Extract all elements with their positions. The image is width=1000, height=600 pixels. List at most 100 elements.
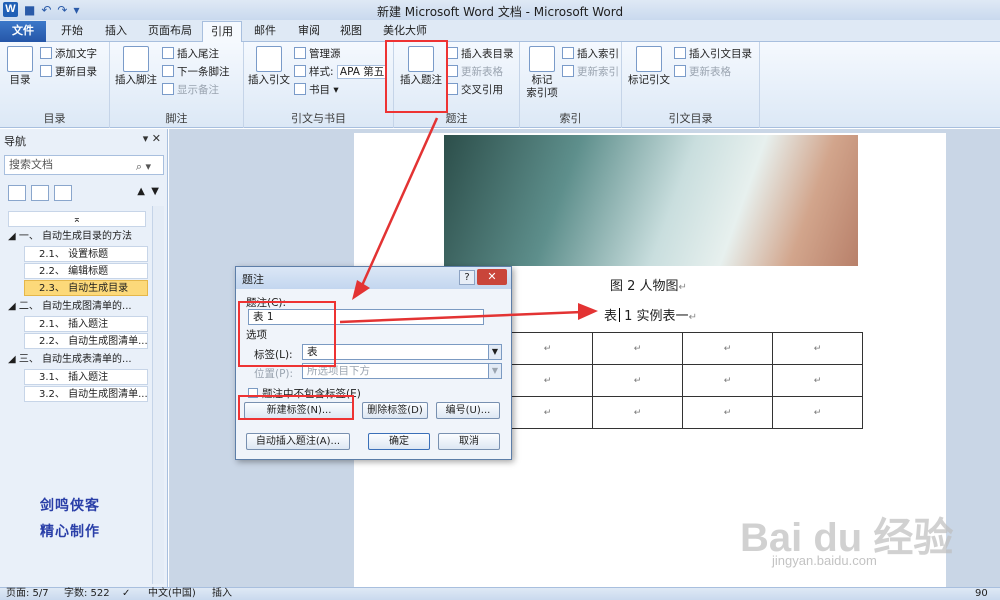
status-language[interactable]: 中文(中国) [148, 588, 196, 600]
mark-citation-icon [636, 46, 662, 72]
insert-caption-highlight [385, 40, 448, 113]
window-title: 新建 Microsoft Word 文档 - Microsoft Word [376, 5, 624, 19]
tab-page-layout[interactable]: 页面布局 [140, 21, 200, 42]
tab-review[interactable]: 审阅 [290, 21, 328, 42]
table-row: ↵ ↵ ↵ ↵ [502, 396, 863, 429]
nav-search-input[interactable]: 搜索文档 ⌕ ▾ [4, 155, 164, 175]
nav-item-5[interactable]: ◢ 二、 自动生成图清单的... [8, 299, 148, 315]
nav-item-3[interactable]: 2.2、 编辑标题 [24, 263, 148, 279]
search-icon[interactable]: ⌕ ▾ [136, 158, 151, 176]
document-table[interactable]: ↵ ↵ ↵ ↵ ↵ ↵ ↵ ↵ ↵ ↵ ↵ ↵ [502, 332, 863, 429]
citation-icon [256, 46, 282, 72]
tab-references[interactable]: 引用 [202, 21, 242, 42]
proofing-icon[interactable]: ✓ [122, 588, 130, 600]
toc-icon [7, 46, 33, 72]
help-button[interactable]: ? [459, 270, 475, 285]
new-label-highlight [238, 395, 354, 420]
nav-item-9[interactable]: 3.1、 插入题注 [24, 369, 148, 385]
results-view-icon[interactable] [54, 185, 72, 201]
mark-citation-button[interactable]: 标记引文 [626, 46, 672, 87]
table-row: ↵ ↵ ↵ ↵ [502, 332, 863, 365]
nav-item-6[interactable]: 2.1、 插入题注 [24, 316, 148, 332]
nav-up-icon[interactable]: ▲ [137, 186, 145, 197]
insert-toa-icon [674, 47, 686, 59]
next-footnote-button[interactable]: 下一条脚注 [162, 64, 230, 80]
style-select[interactable]: 样式: APA 第五 [294, 64, 388, 80]
endnote-icon [162, 47, 174, 59]
numbering-button[interactable]: 编号(U)... [436, 402, 500, 419]
tab-home[interactable]: 开始 [52, 21, 92, 42]
ok-button[interactable]: 确定 [368, 433, 430, 450]
auto-caption-button[interactable]: 自动插入题注(A)... [246, 433, 350, 450]
manage-sources-icon [294, 47, 306, 59]
insert-index-button[interactable]: 插入索引 [562, 46, 619, 62]
update-index-button[interactable]: 更新索引 [562, 64, 619, 80]
insert-index-icon [562, 47, 574, 59]
close-button[interactable]: ✕ [477, 269, 507, 285]
cancel-button[interactable]: 取消 [438, 433, 500, 450]
nav-item-2[interactable]: 2.1、 设置标题 [24, 246, 148, 262]
chevron-down-icon[interactable]: ▼ [488, 364, 501, 378]
figure-image[interactable] [444, 135, 858, 266]
signature-line-1: 剑鸣侠客 [40, 498, 100, 514]
nav-collapse-top-icon[interactable]: ⌅ [8, 211, 146, 227]
insert-table-of-figures-button[interactable]: 插入表目录 [446, 46, 514, 62]
insert-toa-button[interactable]: 插入引文目录 [674, 46, 752, 62]
insert-endnote-button[interactable]: 插入尾注 [162, 46, 219, 62]
tab-file[interactable]: 文件 [0, 21, 46, 42]
update-toc-button[interactable]: 更新目录 [40, 64, 97, 80]
nav-view-buttons [8, 185, 72, 201]
nav-down-icon[interactable]: ▼ [151, 186, 159, 197]
insert-citation-button[interactable]: 插入引文 [246, 46, 292, 87]
toc-button[interactable]: 目录 [4, 46, 36, 87]
dialog-title: 题注 [242, 273, 264, 286]
update-table-button[interactable]: 更新表格 [446, 64, 503, 80]
index-group: 标记 索引项 插入索引 更新索引 索引 [520, 42, 622, 128]
nav-title: 导航 [4, 135, 26, 148]
nav-item-7[interactable]: 2.2、 自动生成图清单... [24, 333, 148, 349]
position-label: 位置(P): [254, 368, 294, 380]
status-zoom[interactable]: 90 [975, 588, 988, 600]
citation-group: 插入引文 管理源 样式: APA 第五 书目 ▾ 引文与书目 [244, 42, 394, 128]
status-page[interactable]: 页面: 5/7 [6, 588, 49, 600]
nav-item-10[interactable]: 3.2、 自动生成图清单... [24, 386, 148, 402]
mark-entry-button[interactable]: 标记 索引项 [522, 46, 562, 100]
nav-close-icon[interactable]: ▾ ✕ [143, 132, 161, 145]
ribbon: 目录 添加文字 更新目录 目录 插入脚注 插入尾注 下一条脚注 显示备注 脚注 … [0, 42, 1000, 128]
headings-view-icon[interactable] [8, 185, 26, 201]
nav-item-4-selected[interactable]: 2.3、 自动生成目录 [24, 280, 148, 296]
tab-beautify-master[interactable]: 美化大师 [376, 21, 434, 42]
delete-label-button[interactable]: 删除标签(D) [362, 402, 428, 419]
next-footnote-icon [162, 65, 174, 77]
footnote-icon [123, 46, 149, 72]
add-text-button[interactable]: 添加文字 [40, 46, 97, 62]
manage-sources-button[interactable]: 管理源 [294, 46, 341, 62]
bibliography-button[interactable]: 书目 ▾ [294, 82, 339, 98]
tab-mailings[interactable]: 邮件 [246, 21, 284, 42]
nav-item-1[interactable]: ◢ 一、 自动生成目录的方法 [8, 229, 148, 245]
status-bar: 页面: 5/7 字数: 522 ✓ 中文(中国) 插入 90 [0, 587, 1000, 600]
table-row: ↵ ↵ ↵ ↵ [502, 364, 863, 397]
tab-view[interactable]: 视图 [332, 21, 370, 42]
status-mode[interactable]: 插入 [212, 588, 232, 600]
show-notes-icon [162, 83, 174, 95]
add-text-icon [40, 47, 52, 59]
tab-insert[interactable]: 插入 [96, 21, 136, 42]
show-notes-button[interactable]: 显示备注 [162, 82, 219, 98]
title-bar: W ■ ↶ ↷ ▾ 新建 Microsoft Word 文档 - Microso… [0, 0, 1000, 20]
update-toa-button[interactable]: 更新表格 [674, 64, 731, 80]
dialog-title-bar[interactable]: 题注 ? ✕ [236, 267, 511, 289]
status-words[interactable]: 字数: 522 [64, 588, 110, 600]
chevron-down-icon[interactable]: ▼ [488, 345, 501, 359]
index-group-label: 索引 [559, 112, 582, 125]
figure-caption[interactable]: 图 2 人物图↵ [610, 275, 687, 294]
pages-view-icon[interactable] [31, 185, 49, 201]
table-caption[interactable]: 表 1 实例表一↵ [604, 305, 697, 324]
insert-footnote-button[interactable]: 插入脚注 [114, 46, 158, 87]
nav-item-8[interactable]: ◢ 三、 自动生成表清单的... [8, 352, 148, 368]
navigation-pane: 导航 ▾ ✕ 搜索文档 ⌕ ▾ ▲ ▼ ⌅ ◢ 一、 自动生成目录的方法 2.1… [0, 129, 168, 587]
toa-group-label: 引文目录 [668, 112, 713, 125]
nav-scrollbar[interactable] [152, 206, 164, 584]
footnote-group-label: 脚注 [165, 112, 188, 125]
cross-reference-button[interactable]: 交叉引用 [446, 82, 503, 98]
